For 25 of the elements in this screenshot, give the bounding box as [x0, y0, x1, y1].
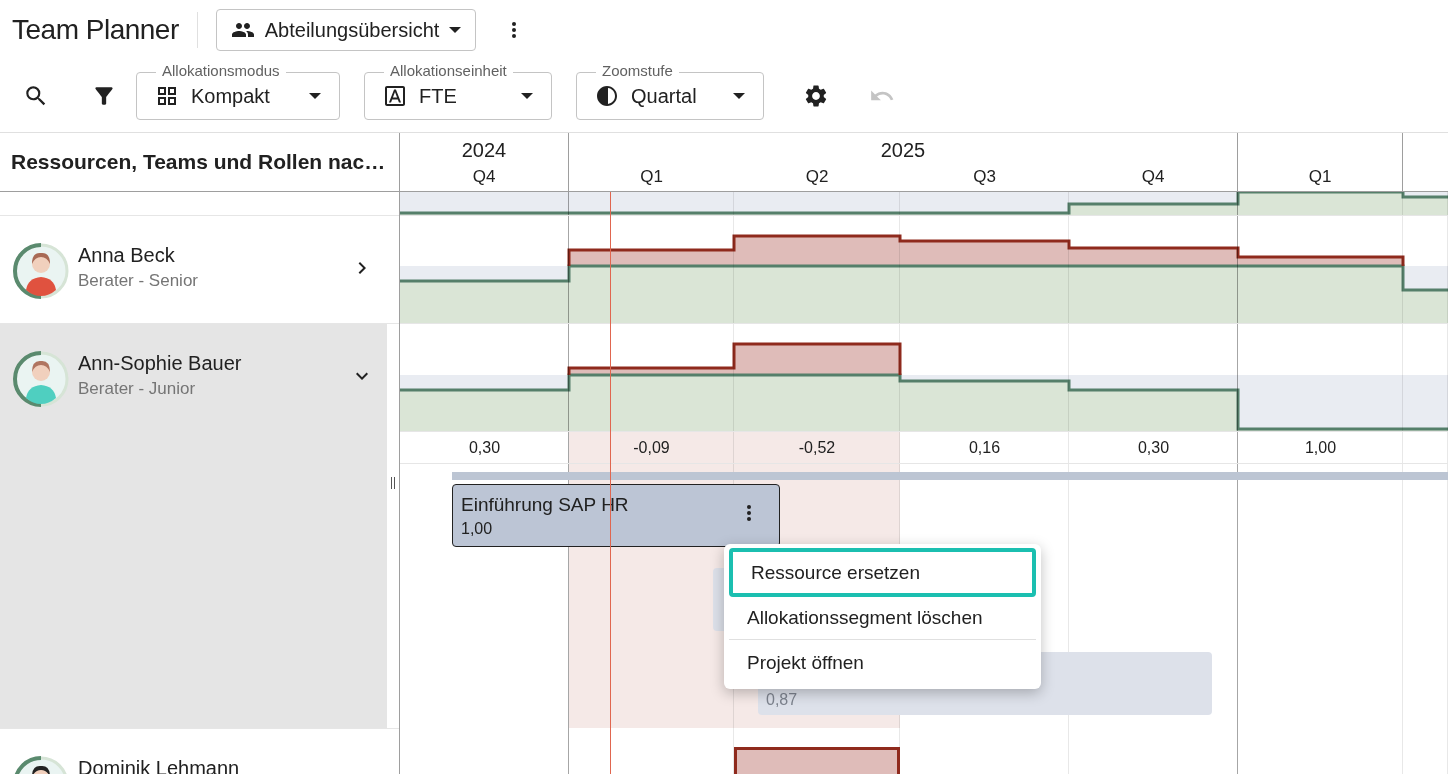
allocation-value: 1,00	[461, 518, 493, 539]
balance-value: 0,30	[1136, 437, 1171, 458]
quarter-label: Q3	[972, 165, 997, 188]
balance-value: 1,00	[1303, 437, 1338, 458]
resource-role: Berater - Senior	[78, 270, 199, 292]
year-label: 2025	[879, 138, 927, 163]
field-label: Allokationseinheit	[384, 62, 513, 79]
quarter-label: Q4	[471, 165, 497, 188]
field-label: Zoomstufe	[596, 62, 679, 79]
balance-value: -0,09	[632, 437, 671, 458]
field-label: Allokationsmodus	[156, 62, 286, 79]
balance-value: 0,30	[467, 437, 502, 458]
balance-value: -0,52	[797, 437, 837, 458]
resource-role: Berater - Junior	[78, 378, 197, 400]
quarter-label: Q2	[804, 165, 830, 188]
year-label: 2024	[460, 138, 508, 163]
allocation-value: 0,87	[766, 690, 798, 710]
quarter-label: Q1	[1307, 165, 1333, 188]
resource-name: Ann-Sophie Bauer	[78, 351, 243, 376]
quarter-label: Q1	[639, 165, 664, 188]
app-title: Team Planner	[12, 12, 198, 48]
balance-value: 0,16	[967, 437, 1002, 458]
resource-name: Anna Beck	[78, 243, 176, 268]
quarter-label: Q4	[1140, 165, 1166, 188]
column-heading: Ressourcen, Teams und Rollen nac…	[11, 150, 386, 174]
